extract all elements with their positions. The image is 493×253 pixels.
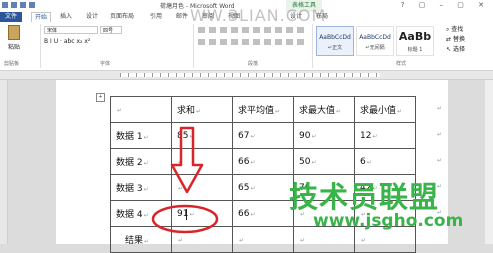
table-cell[interactable]: ↵ xyxy=(232,226,294,253)
tab-insert[interactable]: 插入 xyxy=(60,12,72,22)
table-header-row: ↵ 求和↵ 求平均值↵ 求最大值↵ 求最小值↵ xyxy=(110,96,416,123)
table-cell[interactable]: 66↵ xyxy=(232,200,294,227)
table-cell[interactable]: 90↵ xyxy=(293,122,355,149)
style-normal-label: ↵正文 xyxy=(327,45,343,51)
font-format-buttons[interactable]: B I U · abc x₂ x² xyxy=(44,38,90,45)
editing-group: ⌕ 查找 ⇄ 替换 ↖ 选择 xyxy=(446,25,465,55)
replace-button[interactable]: ⇄ 替换 xyxy=(446,35,465,45)
replace-label: 替换 xyxy=(452,36,465,43)
table-move-handle[interactable]: + xyxy=(96,93,105,102)
style-no-spacing-sample: AaBbCcDd xyxy=(359,34,391,41)
table-cell[interactable]: 85↵ xyxy=(171,122,233,149)
tab-file[interactable]: 文件 xyxy=(0,12,23,22)
quick-access-toolbar[interactable] xyxy=(2,2,42,10)
style-heading-1-label: 标题 1 xyxy=(407,47,423,53)
group-divider xyxy=(40,24,41,68)
table-cell[interactable]: 66↵ xyxy=(232,148,294,175)
find-button[interactable]: ⌕ 查找 xyxy=(446,25,465,35)
paragraph-buttons[interactable] xyxy=(198,27,306,49)
font-name-combo[interactable]: 宋体 xyxy=(44,26,98,34)
table-cell[interactable]: 50↵ xyxy=(293,148,355,175)
table-cell[interactable]: 67↵ xyxy=(232,122,294,149)
ruler-ticks xyxy=(120,73,380,77)
group-styles-label: 样式 xyxy=(396,61,407,67)
result-label-cell[interactable]: 结果↵ xyxy=(110,226,172,253)
group-clipboard-label: 剪贴板 xyxy=(4,61,20,67)
row-end-mark: ↵ xyxy=(437,157,443,164)
paste-button[interactable]: 粘贴 xyxy=(4,25,24,57)
row-label-cell[interactable]: 数据 4↵ xyxy=(110,200,172,227)
vertical-ruler[interactable] xyxy=(0,80,8,244)
style-no-spacing[interactable]: AaBbCcDd ↵无间隔 xyxy=(356,26,394,56)
row-label-cell[interactable]: 数据 3↵ xyxy=(110,174,172,201)
ribbon-home: 粘贴 剪贴板 宋体 四号 B I U · abc x₂ x² 字体 段落 AaB… xyxy=(0,22,493,71)
group-divider xyxy=(312,24,313,68)
table-row: 数据 2↵ ↵ 66↵ 50↵ 6↵ xyxy=(110,148,416,175)
paste-label: 粘贴 xyxy=(7,44,20,51)
table-row: 数据 1↵ 85↵ 67↵ 90↵ 12↵ xyxy=(110,122,416,149)
find-label: 查找 xyxy=(451,26,464,33)
watermark-url: www.jsgho.com xyxy=(313,211,464,231)
group-font-label: 字体 xyxy=(100,61,111,67)
header-cell-max[interactable]: 求最大值↵ xyxy=(293,96,355,123)
style-no-spacing-label: ↵无间隔 xyxy=(365,45,385,51)
header-cell-average[interactable]: 求平均值↵ xyxy=(232,96,294,123)
row-end-mark: ↵ xyxy=(437,131,443,138)
tab-mailings[interactable]: 邮件 xyxy=(176,12,188,22)
horizontal-ruler[interactable] xyxy=(0,71,493,80)
row-label-cell[interactable]: 数据 1↵ xyxy=(110,122,172,149)
text-cursor xyxy=(186,209,187,220)
row-label-cell[interactable]: 数据 2↵ xyxy=(110,148,172,175)
search-icon: ⌕ xyxy=(446,26,450,33)
vertical-scrollbar[interactable] xyxy=(485,80,493,244)
result-sum-cell[interactable]: ↵ xyxy=(171,226,233,253)
tab-page-layout[interactable]: 页面布局 xyxy=(110,12,134,22)
replace-icon: ⇄ xyxy=(446,36,452,43)
header-cell[interactable]: ↵ xyxy=(110,96,172,123)
table-cell[interactable]: 12↵ xyxy=(354,122,416,149)
table-cell[interactable]: 91↵ xyxy=(171,200,233,227)
header-cell-sum[interactable]: 求和↵ xyxy=(171,96,233,123)
style-heading-1[interactable]: AaBb 标题 1 xyxy=(396,26,434,56)
font-size-combo[interactable]: 四号 xyxy=(100,26,122,34)
select-icon: ↖ xyxy=(446,46,452,53)
tab-references[interactable]: 引用 xyxy=(150,12,162,22)
row-end-mark: ↵ xyxy=(437,105,443,112)
header-cell-min[interactable]: 求最小值↵ xyxy=(354,96,416,123)
tab-home[interactable]: 开始 xyxy=(31,12,52,22)
style-heading-1-sample: AaBb xyxy=(398,30,432,43)
tab-design[interactable]: 设计 xyxy=(86,12,98,22)
clipboard-icon xyxy=(8,25,20,40)
style-normal-sample: AaBbCcDd xyxy=(319,34,351,41)
style-normal[interactable]: AaBbCcDd ↵正文 xyxy=(316,26,354,56)
group-paragraph-label: 段落 xyxy=(248,61,259,67)
table-cell[interactable]: ↵ xyxy=(171,148,233,175)
watermark-top: WW.3LIAN.COM xyxy=(190,6,327,25)
table-cell[interactable]: ↵ xyxy=(171,174,233,201)
table-cell[interactable]: 65↵ xyxy=(232,174,294,201)
watermark-brand: 技术员联盟 xyxy=(289,180,440,214)
table-cell[interactable]: 6↵ xyxy=(354,148,416,175)
select-label: 选择 xyxy=(452,46,465,53)
window-controls[interactable]: ? ▢ – ▢ ✕ xyxy=(401,1,490,9)
select-button[interactable]: ↖ 选择 xyxy=(446,45,465,55)
group-divider xyxy=(193,24,194,68)
